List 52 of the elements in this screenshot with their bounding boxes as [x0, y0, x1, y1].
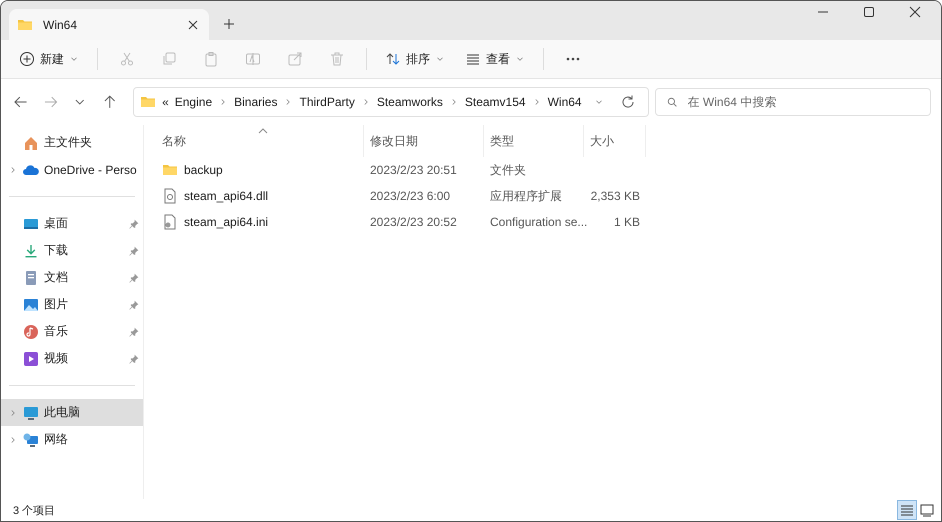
- column-header[interactable]: 类型: [484, 125, 584, 157]
- date-cell-text: 2023/2/23 20:51: [369, 162, 458, 179]
- view-button[interactable]: 查看: [457, 46, 533, 72]
- sidebar-item[interactable]: 音乐: [1, 318, 143, 345]
- file-name[interactable]: backup: [156, 157, 364, 183]
- file-name-text: steam_api64.ini: [184, 215, 268, 229]
- sidebar-item[interactable]: 文档: [1, 264, 143, 291]
- sidebar-label: 音乐: [44, 323, 69, 340]
- sidebar-label: 图片: [44, 296, 69, 313]
- date-cell-text: 2023/2/23 6:00: [369, 188, 452, 205]
- column-header[interactable]: 名称: [156, 125, 364, 157]
- item-count: 3 个项目: [13, 504, 56, 518]
- window-tab[interactable]: Win64: [9, 9, 209, 40]
- sidebar-item[interactable]: 视频: [1, 345, 143, 372]
- breadcrumb[interactable]: ThirdParty: [299, 95, 355, 109]
- new-button[interactable]: 新建: [11, 46, 87, 72]
- type-cell-text: Configuration se...: [489, 214, 584, 231]
- breadcrumb[interactable]: Steamworks: [376, 95, 443, 109]
- overflow-crumb[interactable]: «: [162, 95, 169, 109]
- sidebar-item[interactable]: 图片: [1, 291, 143, 318]
- sidebar-label: 下载: [44, 242, 69, 259]
- date-cell-text: 2023/2/23 20:52: [369, 214, 458, 231]
- file-name-text: steam_api64.dll: [184, 189, 268, 203]
- sidebar-item[interactable]: 网络: [1, 426, 143, 453]
- sidebar-item[interactable]: 桌面: [1, 210, 143, 237]
- sidebar-label: 网络: [44, 431, 69, 448]
- breadcrumb[interactable]: Engine: [174, 95, 212, 109]
- sidebar-label: 此电脑: [44, 404, 81, 421]
- address-bar[interactable]: « Engine Binaries ThirdParty Steamworks Steamv154 Win64: [133, 87, 649, 117]
- search-field[interactable]: 在 Win64 中搜索: [654, 88, 931, 116]
- column-header[interactable]: 大小: [584, 125, 646, 157]
- sidebar-label: 主文件夹: [44, 134, 93, 151]
- file-name[interactable]: steam_api64.dll: [156, 183, 364, 209]
- sidebar-label: 视频: [44, 350, 69, 367]
- sidebar-label: 文档: [44, 269, 69, 286]
- type-cell-text: 应用程序扩展: [489, 188, 563, 204]
- breadcrumb[interactable]: Steamv154: [464, 95, 526, 109]
- breadcrumb[interactable]: Win64: [548, 95, 582, 109]
- sidebar-label: 桌面: [44, 215, 69, 232]
- tab-title: Win64: [43, 18, 78, 32]
- file-name-text: backup: [184, 163, 223, 177]
- sidebar-item[interactable]: 主文件夹: [1, 129, 143, 156]
- sidebar-item[interactable]: OneDrive - Perso: [1, 156, 143, 183]
- sort-button[interactable]: 排序: [377, 46, 453, 72]
- column-header[interactable]: 修改日期: [364, 125, 484, 157]
- type-cell-text: 文件夹: [489, 162, 527, 178]
- sidebar-item[interactable]: 下载: [1, 237, 143, 264]
- sidebar-item[interactable]: 此电脑: [1, 399, 143, 426]
- file-name[interactable]: steam_api64.ini: [156, 209, 364, 235]
- sidebar-label: OneDrive - Perso: [44, 162, 138, 176]
- size-cell-text: 2,353 KB: [590, 188, 641, 205]
- breadcrumb[interactable]: Binaries: [234, 95, 278, 109]
